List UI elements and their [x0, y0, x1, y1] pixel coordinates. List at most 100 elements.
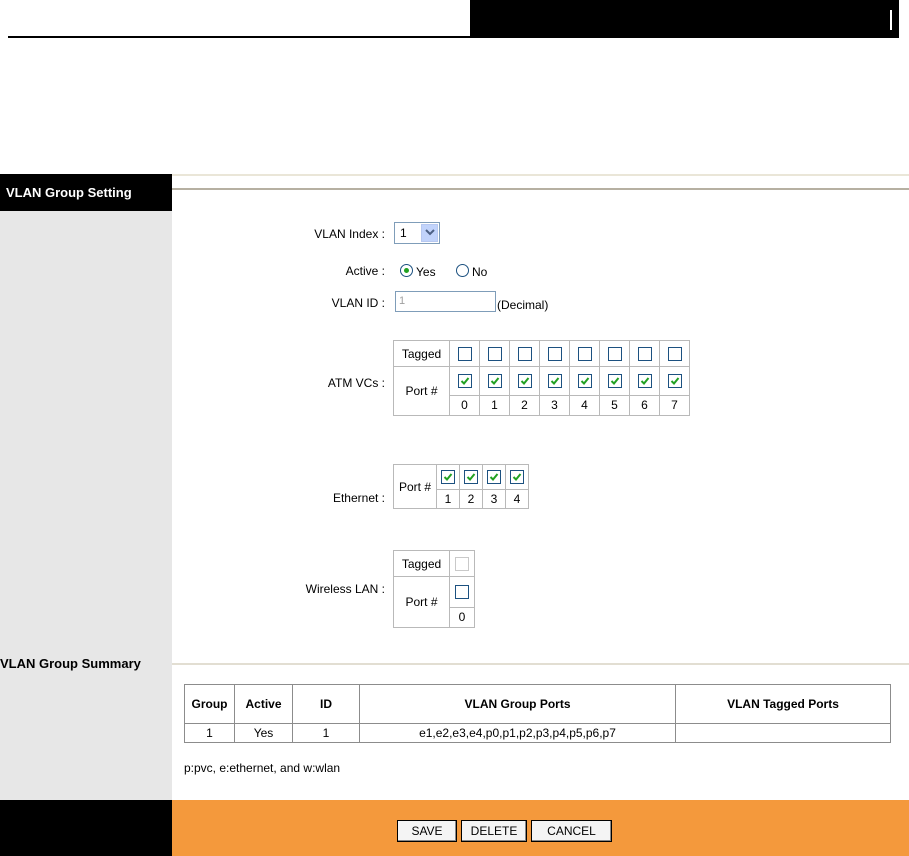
wlan-port-checkbox-0[interactable]	[455, 585, 469, 600]
section-top-rule	[172, 174, 909, 176]
atm-port-checkbox-4[interactable]	[577, 374, 592, 389]
sidebar	[0, 174, 172, 800]
atm-port-checkbox-5[interactable]	[607, 374, 622, 389]
vlan-index-value: 1	[400, 226, 407, 240]
atm-tagged-checkbox-7[interactable]	[667, 346, 682, 361]
atm-port-label: Port #	[393, 366, 450, 416]
table-cell	[449, 576, 475, 608]
vlan-id-unit: (Decimal)	[497, 298, 549, 312]
wlan-tagged-checkbox[interactable]	[455, 556, 469, 571]
atm-tagged-cell	[569, 340, 600, 367]
atm-vcs-label: ATM VCs :	[327, 376, 385, 390]
atm-port-number: 6	[629, 394, 660, 417]
table-cell	[599, 366, 630, 396]
vlan-id-label: VLAN ID :	[331, 296, 385, 310]
section-title-vlan-group-setting: VLAN Group Setting	[0, 174, 172, 211]
atm-port-checkbox-6[interactable]	[637, 374, 652, 389]
vlan-id-input[interactable]: 1	[395, 291, 496, 312]
wireless-lan-table: Tagged Port # 0	[393, 550, 475, 629]
atm-tagged-cell	[659, 340, 690, 367]
atm-port-number: 7	[659, 394, 690, 417]
atm-tagged-checkbox-1[interactable]	[487, 346, 502, 361]
cell-group: 1	[184, 723, 235, 743]
col-header-id: ID	[292, 684, 360, 724]
wlan-port-number: 0	[449, 606, 475, 629]
section-title-vlan-group-summary: VLAN Group Summary	[0, 656, 141, 671]
table-cell	[629, 366, 660, 396]
table-cell	[659, 366, 690, 396]
vlan-group-summary-table: Group Active ID VLAN Group Ports VLAN Ta…	[184, 684, 891, 743]
atm-port-checkbox-7[interactable]	[667, 374, 682, 389]
col-header-group-ports: VLAN Group Ports	[359, 684, 676, 724]
table-cell	[449, 550, 475, 577]
atm-tagged-cell	[599, 340, 630, 367]
vlan-index-select[interactable]: 1	[394, 222, 440, 244]
save-button[interactable]: SAVE	[397, 820, 457, 842]
section-rule	[172, 663, 909, 665]
atm-tagged-cell	[449, 340, 480, 367]
atm-tagged-checkbox-2[interactable]	[517, 346, 532, 361]
atm-tagged-checkbox-0[interactable]	[457, 346, 472, 361]
table-cell	[479, 366, 510, 396]
vlan-index-label: VLAN Index :	[314, 227, 385, 241]
atm-port-number: 2	[509, 394, 540, 417]
active-no-radio[interactable]	[456, 264, 469, 277]
col-header-active: Active	[234, 684, 293, 724]
ethernet-port-checkbox-1[interactable]	[441, 470, 455, 485]
atm-port-checkbox-2[interactable]	[517, 374, 532, 389]
table-cell	[459, 464, 483, 490]
wlan-tagged-label: Tagged	[393, 550, 450, 577]
atm-tagged-checkbox-4[interactable]	[577, 346, 592, 361]
atm-tagged-checkbox-3[interactable]	[547, 346, 562, 361]
atm-tagged-cell	[509, 340, 540, 367]
ethernet-port-checkbox-3[interactable]	[487, 470, 501, 485]
atm-port-number: 1	[479, 394, 510, 417]
cell-id: 1	[292, 723, 360, 743]
table-cell	[569, 366, 600, 396]
ethernet-port-number: 4	[505, 489, 529, 509]
header-divider	[890, 10, 892, 30]
ethernet-port-number: 2	[459, 489, 483, 509]
port-legend-note: p:pvc, e:ethernet, and w:wlan	[184, 761, 341, 775]
atm-port-checkbox-3[interactable]	[547, 374, 562, 389]
atm-port-number: 4	[569, 394, 600, 417]
active-yes-label: Yes	[416, 265, 436, 279]
atm-port-number: 5	[599, 394, 630, 417]
ethernet-port-number: 1	[436, 489, 460, 509]
delete-button[interactable]: DELETE	[461, 820, 527, 842]
radio-dot	[404, 268, 409, 273]
ethernet-table: Port # 1 2 3 4	[393, 464, 529, 509]
ethernet-port-checkbox-4[interactable]	[510, 470, 524, 485]
footer-left	[0, 800, 172, 856]
table-cell	[505, 464, 529, 490]
wlan-port-label: Port #	[393, 576, 450, 628]
atm-vcs-table: Tagged Port # 0 1 2 3 4 5 6 7	[393, 340, 690, 417]
table-row: 1 Yes 1 e1,e2,e3,e4,p0,p1,p2,p3,p4,p5,p6…	[184, 723, 891, 743]
chevron-down-icon[interactable]	[421, 224, 438, 242]
atm-port-checkbox-1[interactable]	[487, 374, 502, 389]
header-rule	[8, 36, 470, 38]
table-cell	[482, 464, 506, 490]
active-yes-radio[interactable]	[400, 264, 413, 277]
cancel-button[interactable]: CANCEL	[531, 820, 612, 842]
table-cell	[436, 464, 460, 490]
atm-tagged-checkbox-5[interactable]	[607, 346, 622, 361]
atm-tagged-checkbox-6[interactable]	[637, 346, 652, 361]
table-cell	[539, 366, 570, 396]
section-rule	[172, 188, 909, 190]
cell-active: Yes	[234, 723, 293, 743]
ethernet-label: Ethernet :	[332, 491, 385, 505]
table-cell	[509, 366, 540, 396]
col-header-group: Group	[184, 684, 235, 724]
cell-group-ports: e1,e2,e3,e4,p0,p1,p2,p3,p4,p5,p6,p7	[359, 723, 676, 743]
active-no-label: No	[472, 265, 488, 279]
header-bar	[470, 0, 899, 38]
ethernet-port-checkbox-2[interactable]	[464, 470, 478, 485]
atm-tagged-cell	[539, 340, 570, 367]
atm-port-number: 0	[449, 394, 480, 417]
atm-port-checkbox-0[interactable]	[457, 374, 472, 389]
cell-tagged-ports	[675, 723, 891, 743]
active-label: Active :	[345, 264, 385, 278]
atm-tagged-cell	[479, 340, 510, 367]
ethernet-port-number: 3	[482, 489, 506, 509]
